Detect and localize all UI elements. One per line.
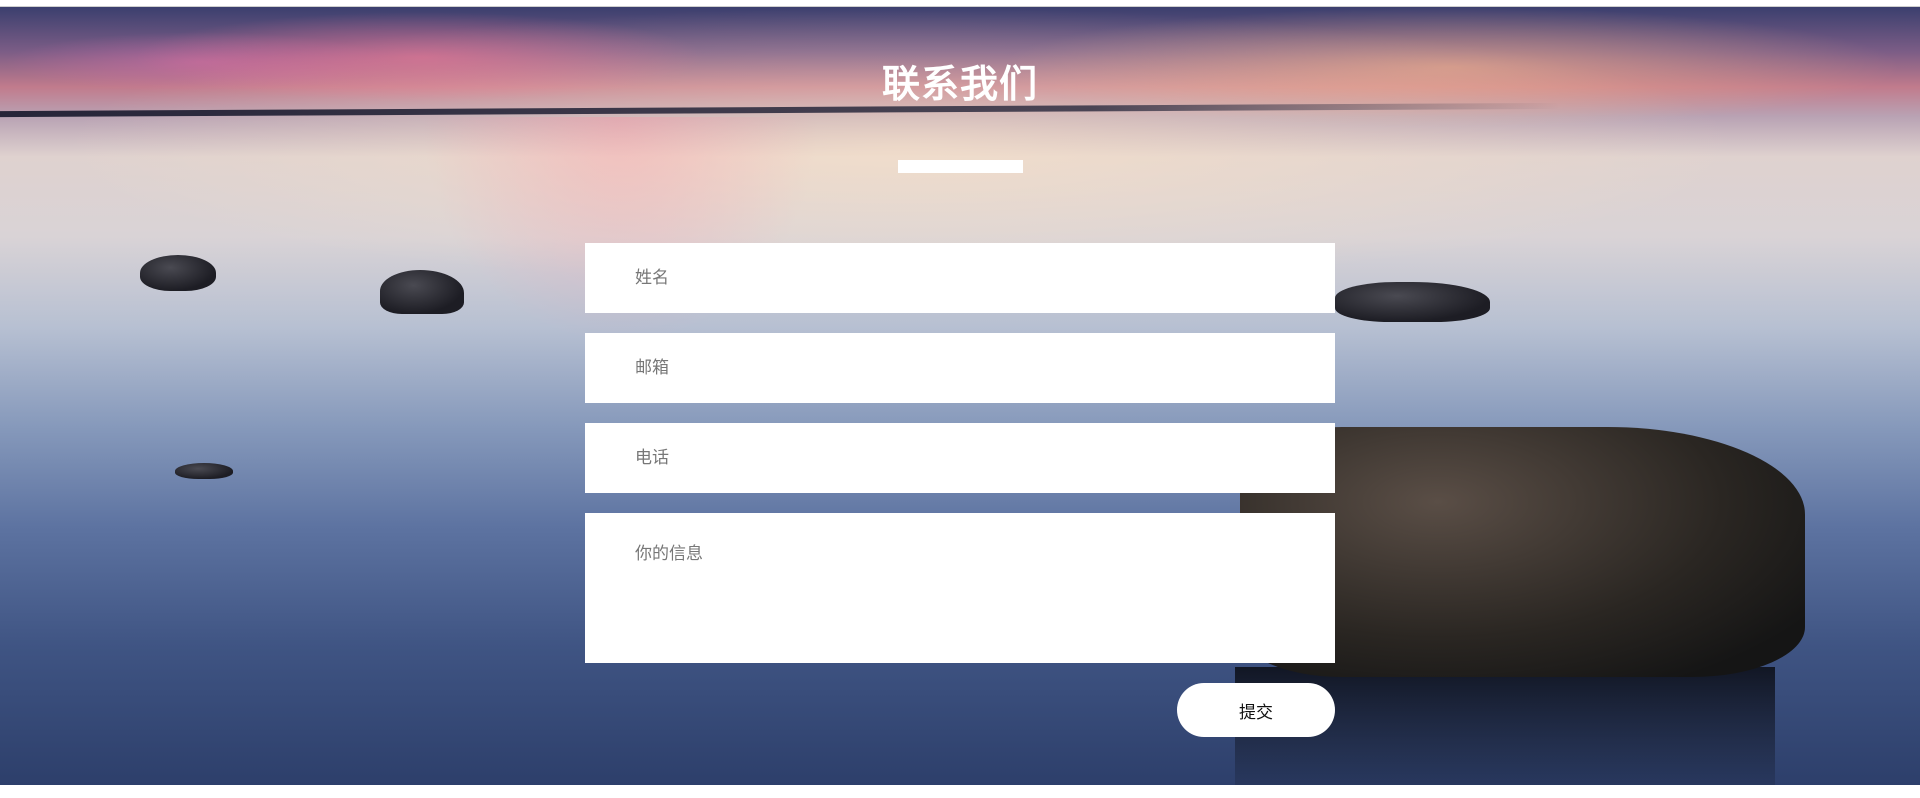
bottom-border [0, 785, 1920, 798]
background-rock [1335, 282, 1490, 322]
submit-button[interactable]: 提交 [1177, 683, 1335, 737]
background-rock [380, 270, 464, 314]
section-title: 联系我们 [881, 62, 1038, 106]
title-underline [898, 160, 1023, 173]
background-rock [175, 463, 233, 479]
email-field[interactable] [585, 333, 1335, 403]
phone-field[interactable] [585, 423, 1335, 493]
top-border [0, 0, 1920, 7]
background-rock [140, 255, 216, 291]
message-field[interactable] [585, 513, 1335, 663]
name-field[interactable] [585, 243, 1335, 313]
